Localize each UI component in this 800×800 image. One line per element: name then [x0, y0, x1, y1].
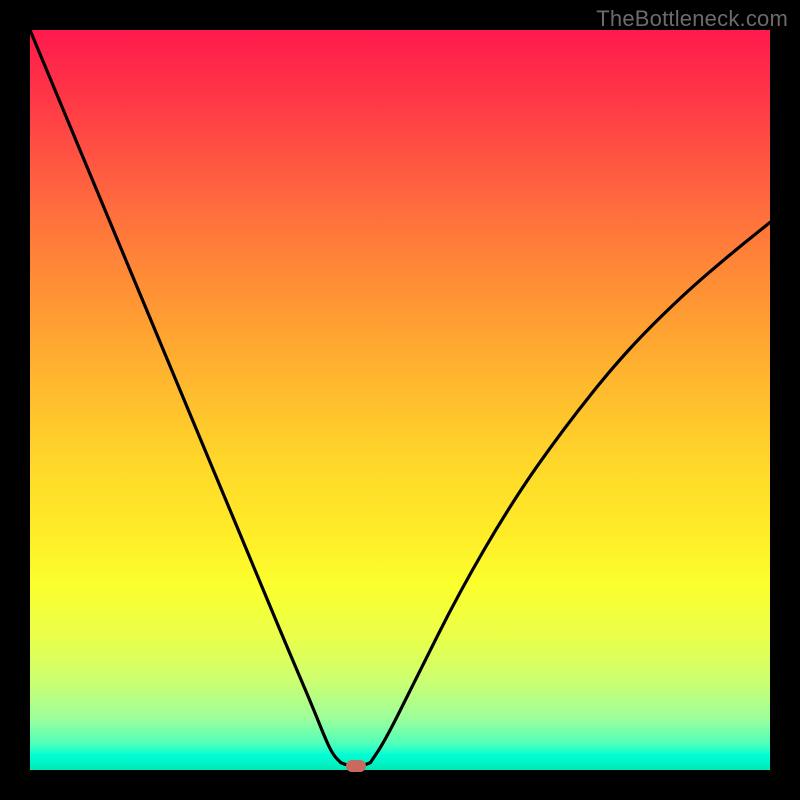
watermark-text: TheBottleneck.com — [596, 6, 788, 32]
chart-frame: TheBottleneck.com — [0, 0, 800, 800]
plot-area — [30, 30, 770, 770]
minimum-marker — [346, 760, 366, 772]
bottleneck-curve — [30, 30, 770, 770]
